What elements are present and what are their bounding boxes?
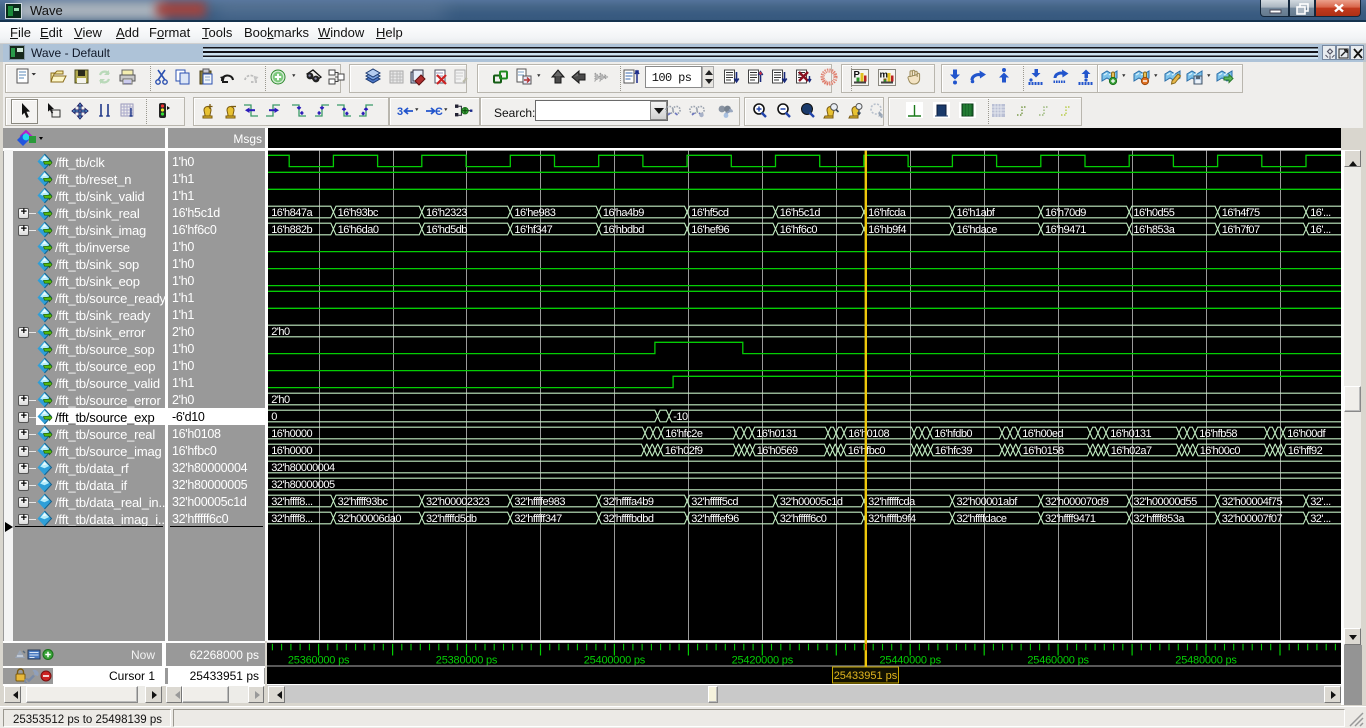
svg-text:25440000 ps: 25440000 ps (879, 655, 941, 667)
svg-text:16'h0d55: 16'h0d55 (1133, 207, 1174, 219)
svg-text:32'hffff853a: 32'hffff853a (1133, 513, 1185, 525)
svg-text:16'he983: 16'he983 (514, 207, 555, 219)
svg-text:32'hffffdace: 32'hffffdace (957, 513, 1007, 525)
svg-text:32'hffff93bc: 32'hffff93bc (338, 496, 389, 508)
svg-text:16'h853a: 16'h853a (1133, 224, 1175, 236)
svg-text:16'h0569: 16'h0569 (757, 445, 798, 457)
svg-text:25380000 ps: 25380000 ps (436, 655, 498, 667)
svg-text:32'hfffff6c0: 32'hfffff6c0 (780, 513, 827, 525)
svg-text:32'hffffe983: 32'hffffe983 (514, 496, 565, 508)
svg-text:-10: -10 (673, 411, 688, 423)
svg-text:32'h00004f75: 32'h00004f75 (1222, 496, 1283, 508)
svg-text:25420000 ps: 25420000 ps (732, 655, 794, 667)
svg-text:32'h00007f07: 32'h00007f07 (1222, 513, 1283, 525)
svg-text:32'hffffd5db: 32'hffffd5db (426, 513, 477, 525)
svg-text:32'hffffbdbd: 32'hffffbdbd (603, 513, 654, 525)
svg-text:16'h0131: 16'h0131 (1110, 428, 1151, 440)
svg-text:16'h0131: 16'h0131 (756, 428, 797, 440)
svg-text:16'hf5cd: 16'hf5cd (691, 207, 729, 219)
svg-text:Є: Є (435, 106, 443, 118)
svg-text:32'hfffff347: 32'hfffff347 (514, 513, 562, 525)
svg-text:0: 0 (271, 411, 277, 423)
svg-text:16'hfc39: 16'hfc39 (935, 445, 973, 457)
svg-text:32'h00001abf: 32'h00001abf (957, 496, 1019, 508)
svg-text:16'hdace: 16'hdace (957, 224, 998, 236)
svg-text:16'h2323: 16'h2323 (426, 207, 467, 219)
svg-text:16'hfdb0: 16'hfdb0 (934, 428, 972, 440)
svg-text:16'h02a7: 16'h02a7 (1111, 445, 1152, 457)
svg-text:32'hfffff5cd: 32'hfffff5cd (691, 496, 738, 508)
svg-text:32'hffffef96: 32'hffffef96 (691, 513, 739, 525)
svg-text:16'hf6c0: 16'hf6c0 (780, 224, 818, 236)
svg-text:32'h00005c1d: 32'h00005c1d (780, 496, 843, 508)
svg-text:32'hffff9471: 32'hffff9471 (1045, 513, 1096, 525)
svg-text:16'hb9f4: 16'hb9f4 (868, 224, 906, 236)
svg-text:16'h00c0: 16'h00c0 (1200, 445, 1241, 457)
svg-text:16'h0000: 16'h0000 (271, 445, 312, 457)
svg-text:16'h02f9: 16'h02f9 (665, 445, 703, 457)
svg-text:16'h6da0: 16'h6da0 (338, 224, 379, 236)
svg-text:16'h0158: 16'h0158 (1023, 445, 1064, 457)
svg-text:16'h5c1d: 16'h5c1d (780, 207, 821, 219)
svg-text:25460000 ps: 25460000 ps (1027, 655, 1089, 667)
svg-text:32'hfffffcda: 32'hfffffcda (868, 496, 916, 508)
svg-text:32'h00006da0: 32'h00006da0 (338, 513, 402, 525)
svg-text:32'h80000005: 32'h80000005 (271, 479, 335, 491)
svg-text:32'h00000d55: 32'h00000d55 (1133, 496, 1197, 508)
svg-text:32'...: 32'... (1310, 513, 1331, 525)
svg-text:16'h847a: 16'h847a (271, 207, 313, 219)
svg-text:32'hffff8...: 32'hffff8... (271, 513, 313, 525)
svg-text:16'...: 16'... (1310, 207, 1331, 219)
svg-text:16'hff92: 16'hff92 (1288, 445, 1323, 457)
svg-text:25400000 ps: 25400000 ps (584, 655, 646, 667)
svg-text:32'hffffa4b9: 32'hffffa4b9 (603, 496, 654, 508)
svg-text:16'hbdbd: 16'hbdbd (603, 224, 644, 236)
svg-text:2'h0: 2'h0 (271, 394, 290, 406)
svg-text:16'h00df: 16'h00df (1287, 428, 1326, 440)
svg-text:2'h0: 2'h0 (271, 326, 290, 338)
svg-text:16'h882b: 16'h882b (271, 224, 312, 236)
svg-text:16'h0000: 16'h0000 (271, 428, 312, 440)
svg-text:16'hf347: 16'hf347 (514, 224, 552, 236)
svg-text:16'hd5db: 16'hd5db (426, 224, 467, 236)
svg-text:16'h0108: 16'h0108 (848, 428, 889, 440)
svg-text:32'h000070d9: 32'h000070d9 (1045, 496, 1109, 508)
svg-text:16'h7f07: 16'h7f07 (1222, 224, 1260, 236)
svg-text:16'h1abf: 16'h1abf (957, 207, 996, 219)
svg-text:16'h9471: 16'h9471 (1045, 224, 1086, 236)
svg-text:16'hef96: 16'hef96 (691, 224, 729, 236)
svg-text:32'h80000004: 32'h80000004 (271, 462, 335, 474)
svg-text:16'...: 16'... (1310, 224, 1331, 236)
svg-text:16'h4f75: 16'h4f75 (1222, 207, 1260, 219)
svg-text:3: 3 (397, 106, 403, 118)
svg-text:32'hffffb9f4: 32'hffffb9f4 (868, 513, 916, 525)
svg-text:32'hffff8...: 32'hffff8... (271, 496, 313, 508)
svg-text:16'hfc2e: 16'hfc2e (665, 428, 703, 440)
svg-text:16'hfb58: 16'hfb58 (1199, 428, 1237, 440)
svg-text:16'h00ed: 16'h00ed (1022, 428, 1063, 440)
svg-text:16'h93bc: 16'h93bc (338, 207, 379, 219)
svg-text:25360000 ps: 25360000 ps (288, 655, 350, 667)
svg-text:32'...: 32'... (1310, 496, 1331, 508)
svg-text:25480000 ps: 25480000 ps (1175, 655, 1237, 667)
svg-text:32'h00002323: 32'h00002323 (426, 496, 490, 508)
svg-text:16'ha4b9: 16'ha4b9 (603, 207, 644, 219)
svg-text:16'hfcda: 16'hfcda (868, 207, 907, 219)
svg-text:16'h70d9: 16'h70d9 (1045, 207, 1086, 219)
svg-text:25433951 ps: 25433951 ps (834, 670, 898, 682)
